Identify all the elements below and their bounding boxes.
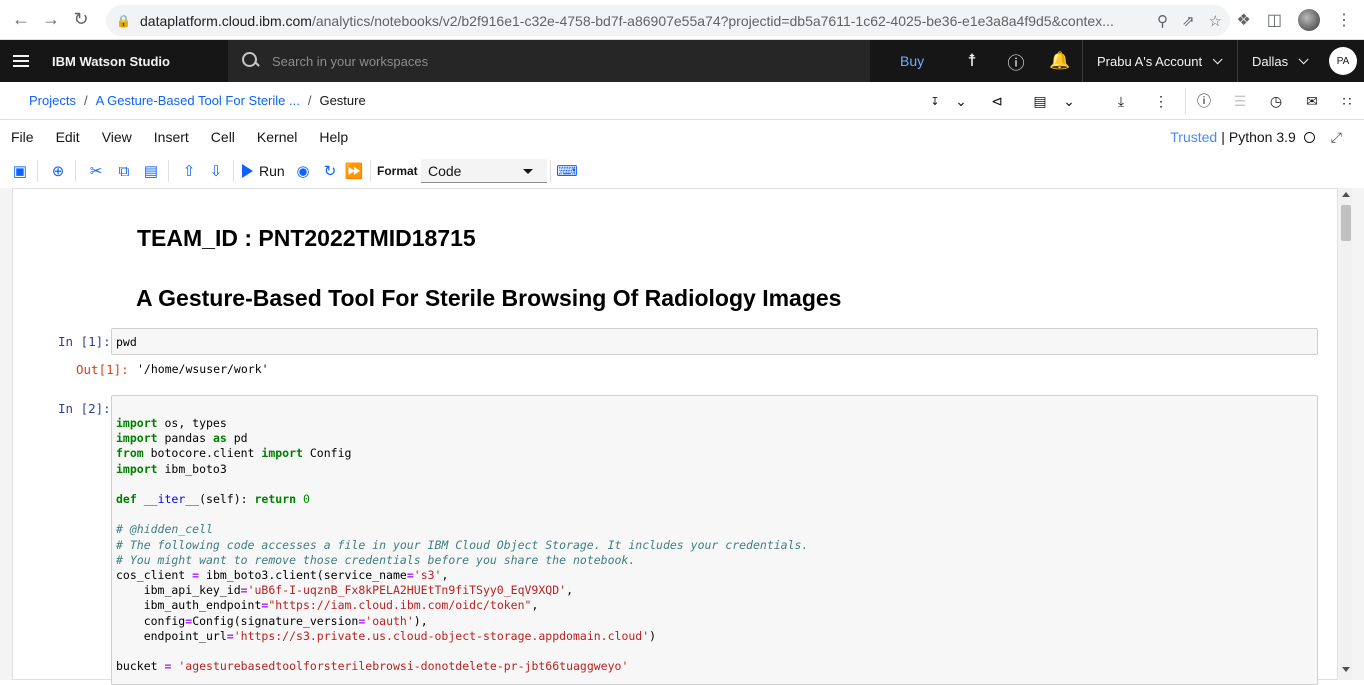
expand-icon[interactable]: ⤢ bbox=[1331, 129, 1342, 146]
user-avatar[interactable]: PA bbox=[1329, 47, 1357, 75]
trusted-indicator[interactable]: Trusted bbox=[1170, 129, 1217, 145]
region-switcher[interactable]: Dallas bbox=[1237, 40, 1323, 82]
profile-avatar[interactable] bbox=[1298, 9, 1320, 31]
schedule-icon[interactable]: ↧ bbox=[923, 82, 947, 120]
zoom-icon[interactable]: ⚲ bbox=[1157, 12, 1168, 30]
code-cell-2[interactable]: import os, types import pandas as pd fro… bbox=[111, 395, 1318, 685]
chevron-down-icon[interactable]: ⌄ bbox=[949, 82, 973, 120]
forward-icon[interactable]: → bbox=[36, 5, 66, 35]
search-input[interactable] bbox=[272, 53, 772, 69]
cell-type-select[interactable]: Code bbox=[421, 159, 547, 183]
output-1-prompt: Out[1]: bbox=[76, 362, 129, 377]
caret-down-icon bbox=[523, 169, 533, 174]
fast-forward-icon[interactable]: ⏩ bbox=[343, 160, 365, 182]
move-down-icon[interactable]: ⇩ bbox=[205, 160, 227, 182]
workspace-search[interactable] bbox=[228, 40, 870, 82]
lock-icon: 🔒 bbox=[116, 13, 131, 28]
product-name[interactable]: IBM Watson Studio bbox=[52, 54, 227, 69]
scrollbar[interactable] bbox=[1339, 188, 1352, 680]
save-icon[interactable]: ▣ bbox=[9, 160, 31, 182]
menu-help[interactable]: Help bbox=[319, 129, 348, 145]
cut-icon[interactable]: ✂ bbox=[85, 160, 107, 182]
chrome-menu-icon[interactable]: ⋮ bbox=[1336, 10, 1352, 30]
restart-icon[interactable]: ↻ bbox=[319, 160, 341, 182]
browser-toolbar: ← → ↻ 🔒 dataplatform.cloud.ibm.com/analy… bbox=[0, 0, 1364, 40]
data-assets-icon[interactable]: ☰ bbox=[1228, 82, 1252, 120]
breadcrumb: Projects / A Gesture-Based Tool For Ster… bbox=[29, 93, 366, 108]
history-icon[interactable]: ◷ bbox=[1264, 82, 1288, 120]
account-switcher[interactable]: Prabu A's Account bbox=[1082, 40, 1237, 82]
environment-icon[interactable]: ∷ bbox=[1335, 82, 1359, 120]
cell-2-code: import os, types import pandas as pd fro… bbox=[116, 416, 809, 674]
output-1-text: '/home/wsuser/work' bbox=[137, 362, 269, 376]
url-domain: dataplatform.cloud.ibm.com bbox=[140, 12, 312, 29]
scroll-up-arrow-icon[interactable] bbox=[1342, 192, 1350, 197]
kernel-status: Trusted | Python 3.9 ⤢ bbox=[1170, 128, 1342, 146]
run-button[interactable]: Run bbox=[242, 160, 285, 182]
notification-bell-icon[interactable]: 🔔 bbox=[1045, 40, 1075, 82]
insert-cell-icon[interactable]: ⊕ bbox=[47, 160, 69, 182]
run-label: Run bbox=[259, 163, 285, 179]
breadcrumb-bar: Projects / A Gesture-Based Tool For Ster… bbox=[0, 82, 1364, 120]
chevron-down-icon bbox=[1212, 53, 1223, 64]
bookmark-star-icon[interactable]: ☆ bbox=[1209, 12, 1222, 30]
team-id-heading[interactable]: TEAM_ID : PNT2022TMID18715 bbox=[137, 225, 476, 252]
cell-1-prompt: In [1]: bbox=[58, 334, 111, 349]
scroll-down-arrow-icon[interactable] bbox=[1342, 667, 1350, 672]
chevron-down-icon bbox=[1298, 53, 1309, 64]
format-label: Format bbox=[377, 164, 418, 178]
menu-insert[interactable]: Insert bbox=[154, 129, 189, 145]
info-icon[interactable]: ⓘ bbox=[1192, 82, 1216, 120]
move-up-icon[interactable]: ⇧ bbox=[178, 160, 200, 182]
notebook-toolbar: ▣ ⊕ ✂ ⧉ ▤ ⇧ ⇩ Run ◉ ↻ ⏩ Format ⌨ bbox=[0, 154, 1364, 188]
kernel-idle-icon bbox=[1303, 131, 1315, 143]
breadcrumb-project[interactable]: A Gesture-Based Tool For Sterile ... bbox=[96, 93, 300, 108]
comments-icon[interactable]: ✉ bbox=[1300, 82, 1324, 120]
menu-edit[interactable]: Edit bbox=[56, 129, 80, 145]
share-icon[interactable]: ⇗ bbox=[1182, 12, 1195, 30]
stop-icon[interactable]: ◉ bbox=[292, 160, 314, 182]
copy-icon[interactable]: ⧉ bbox=[113, 160, 135, 182]
paste-icon[interactable]: ▤ bbox=[140, 160, 162, 182]
chevron-down-icon[interactable]: ⌄ bbox=[1057, 82, 1081, 120]
breadcrumb-projects[interactable]: Projects bbox=[29, 93, 76, 108]
cell-2-prompt: In [2]: bbox=[58, 401, 111, 416]
overflow-menu-icon[interactable]: ⋮ bbox=[1149, 82, 1173, 120]
menu-kernel[interactable]: Kernel bbox=[257, 129, 297, 145]
scrollbar-thumb[interactable] bbox=[1341, 205, 1351, 241]
menu-file[interactable]: File bbox=[11, 129, 34, 145]
back-icon[interactable]: ← bbox=[6, 5, 36, 35]
reload-icon[interactable]: ↻ bbox=[66, 5, 96, 35]
url-path: /analytics/notebooks/v2/b2f916e1-c32e-47… bbox=[311, 12, 1114, 29]
buy-link[interactable]: Buy bbox=[900, 40, 924, 82]
extensions-icon[interactable]: ❖ bbox=[1237, 10, 1251, 30]
menu-view[interactable]: View bbox=[102, 129, 132, 145]
ibm-header: IBM Watson Studio Buy ☨ ⓘ 🔔 Prabu A's Ac… bbox=[0, 40, 1364, 82]
code-cell-1[interactable]: pwd bbox=[111, 328, 1318, 355]
keyboard-icon[interactable]: ⌨ bbox=[556, 160, 578, 182]
versions-icon[interactable]: ▤ bbox=[1028, 82, 1052, 120]
help-icon[interactable]: ⓘ bbox=[1001, 40, 1031, 82]
cell-1-code: pwd bbox=[116, 335, 137, 349]
signpost-icon[interactable]: ☨ bbox=[957, 40, 987, 82]
menu-cell[interactable]: Cell bbox=[211, 129, 235, 145]
hamburger-menu-icon[interactable] bbox=[0, 40, 42, 82]
kernel-name[interactable]: Python 3.9 bbox=[1229, 129, 1296, 145]
side-panel-icon[interactable]: ◫ bbox=[1267, 10, 1282, 30]
account-label: Prabu A's Account bbox=[1097, 53, 1203, 69]
notebook-menu-bar: File Edit View Insert Cell Kernel Help T… bbox=[0, 120, 1364, 154]
address-bar[interactable]: 🔒 dataplatform.cloud.ibm.com/analytics/n… bbox=[106, 5, 1230, 36]
breadcrumb-current: Gesture bbox=[319, 93, 366, 108]
play-icon bbox=[242, 164, 253, 178]
url-text[interactable]: dataplatform.cloud.ibm.com/analytics/not… bbox=[140, 13, 1140, 29]
search-icon bbox=[242, 52, 260, 70]
cell-type-value: Code bbox=[428, 162, 462, 179]
share-icon[interactable]: ⊲ bbox=[985, 82, 1009, 120]
download-icon[interactable]: ⤓ bbox=[1109, 82, 1133, 120]
notebook-title-heading[interactable]: A Gesture-Based Tool For Sterile Browsin… bbox=[136, 285, 841, 312]
region-label: Dallas bbox=[1252, 53, 1289, 69]
